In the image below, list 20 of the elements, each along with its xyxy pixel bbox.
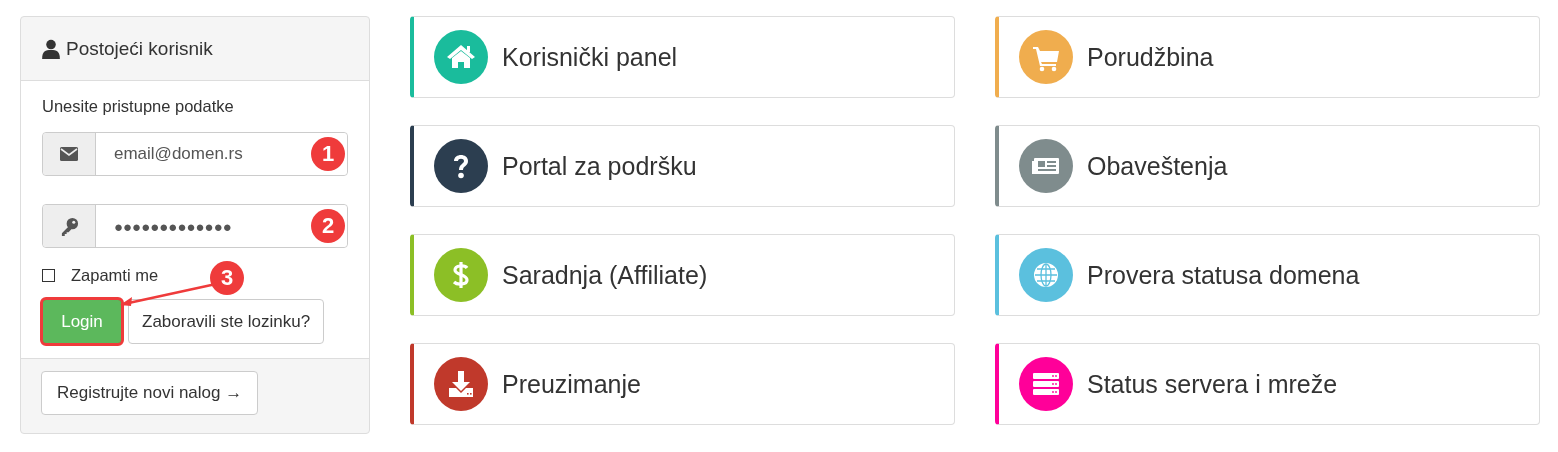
email-field[interactable]: email@domen.rs 1 [42, 132, 348, 176]
user-icon [42, 38, 60, 59]
password-field[interactable]: ●●●●●●●●●●●●● 2 [42, 204, 348, 248]
envelope-icon [60, 147, 78, 161]
remember-label: Zapamti me [71, 266, 159, 285]
menu-tile[interactable]: Obaveštenja [995, 125, 1540, 207]
menu-tile[interactable]: Portal za podršku [410, 125, 955, 207]
menu-tile[interactable]: Provera statusa domena [995, 234, 1540, 316]
menu-tile[interactable]: Porudžbina [995, 16, 1540, 98]
step-marker: 3 [210, 261, 244, 295]
register-button[interactable]: Registrujte novi nalog → [41, 371, 259, 415]
menu-tile[interactable]: Saradnja (Affiliate) [410, 234, 955, 316]
menu-tile[interactable]: Korisnički panel [410, 16, 955, 98]
forgot-password-button[interactable]: Zaboravili ste lozinku? [128, 299, 325, 344]
panel-title: Postojeći korisnik [66, 37, 213, 60]
key-icon [59, 216, 79, 236]
prompt-text: Unesite pristupne podatke [42, 97, 235, 116]
remember-checkbox[interactable] [42, 269, 55, 282]
menu-tile[interactable]: Preuzimanje [410, 343, 955, 425]
menu-tile[interactable]: Status servera i mreže [995, 343, 1540, 425]
